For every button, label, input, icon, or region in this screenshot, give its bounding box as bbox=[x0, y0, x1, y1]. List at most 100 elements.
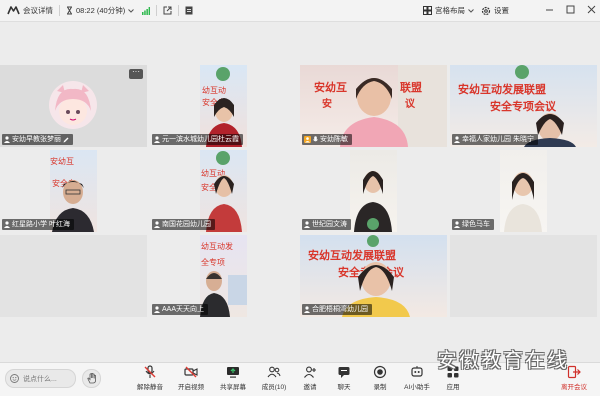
toolbar-label: 开启视频 bbox=[178, 384, 204, 391]
participant-tile[interactable]: 绿色马车 bbox=[450, 150, 597, 232]
layout-label: 宫格布局 bbox=[435, 6, 465, 15]
user-icon bbox=[154, 306, 160, 313]
participant-name: 安幼陈敏 bbox=[320, 136, 348, 143]
divider bbox=[178, 5, 180, 16]
microphone-icon bbox=[313, 136, 318, 143]
participant-tile[interactable]: 幼互动 安全专 南国花园幼儿园 bbox=[150, 150, 297, 232]
user-icon bbox=[4, 221, 10, 228]
tencent-meeting-logo-icon bbox=[7, 6, 20, 15]
meeting-details-label: 会议详情 bbox=[23, 6, 53, 15]
meeting-window: 会议详情 08:22 (40分钟) 宫格布局 设置 ··· 安幼早教张梦丽 幼互… bbox=[0, 0, 600, 396]
maximize-icon[interactable] bbox=[566, 5, 575, 17]
svg-text:议: 议 bbox=[405, 97, 416, 110]
more-options-button[interactable]: ··· bbox=[129, 68, 143, 79]
user-icon bbox=[154, 221, 160, 228]
participant-tile[interactable]: ··· 安幼早教张梦丽 bbox=[0, 65, 147, 147]
svg-text:幼互动发: 幼互动发 bbox=[201, 241, 233, 251]
close-icon[interactable] bbox=[587, 5, 596, 17]
participant-tile[interactable]: 安幼互动发展联盟安全专项会议 幸福人家幼儿园 朱晓宁 bbox=[450, 65, 597, 147]
svg-text:安全专项会议: 安全专项会议 bbox=[490, 99, 557, 113]
svg-text:安: 安 bbox=[322, 97, 332, 110]
participant-name: 安幼早教张梦丽 bbox=[12, 136, 61, 143]
record-button[interactable]: 录制 bbox=[360, 365, 400, 395]
svg-text:安幼互: 安幼互 bbox=[314, 80, 347, 94]
participant-name: 元一滨水城幼儿园杜云霞 bbox=[162, 136, 239, 143]
chat-button[interactable]: 聊天 bbox=[324, 365, 364, 395]
toolbar-label: 聊天 bbox=[337, 384, 351, 391]
user-icon bbox=[154, 136, 160, 143]
toolbar-label: 录制 bbox=[373, 384, 387, 391]
pop-out-button[interactable] bbox=[163, 0, 172, 22]
chat-input[interactable]: 说点什么... bbox=[5, 369, 76, 388]
toolbar-label: AI小助手 bbox=[404, 384, 430, 391]
empty-tile bbox=[0, 235, 147, 317]
participant-tile[interactable]: 安幼互动发展联盟安全专项会议 合肥梧桐湾幼儿园 bbox=[300, 235, 447, 317]
toolbar-label: 离开会议 bbox=[561, 384, 587, 391]
user-icon bbox=[304, 221, 310, 228]
emoji-icon[interactable] bbox=[10, 374, 19, 383]
participant-name-tag: 世纪园文涛 bbox=[302, 219, 351, 230]
participant-name: 合肥梧桐湾幼儿园 bbox=[312, 306, 368, 313]
chevron-down-icon bbox=[468, 8, 474, 13]
svg-text:全专项: 全专项 bbox=[201, 257, 225, 267]
camera-off-icon bbox=[184, 366, 198, 378]
minimize-icon[interactable] bbox=[545, 5, 554, 17]
participant-name: AAA天天向上 bbox=[162, 306, 205, 313]
record-icon bbox=[373, 365, 387, 379]
participant-video bbox=[350, 150, 397, 232]
layout-button[interactable]: 宫格布局 bbox=[423, 0, 474, 22]
meeting-timer: 08:22 (40分钟) bbox=[66, 0, 151, 22]
participant-video bbox=[500, 150, 547, 232]
toolbar-label: 共享屏幕 bbox=[220, 384, 246, 391]
notes-button[interactable] bbox=[185, 0, 193, 22]
participant-tile[interactable]: 安幼互 安全专 红星路小学 叶红海 bbox=[0, 150, 147, 232]
external-window-icon bbox=[163, 6, 172, 15]
participant-tile[interactable]: 幼互动发全专项 AAA天天向上 bbox=[150, 235, 297, 317]
user-icon bbox=[4, 136, 10, 143]
participant-tile[interactable]: 幼互动 安全专 元一滨水城幼儿园杜云霞 bbox=[150, 65, 297, 147]
raise-hand-button[interactable] bbox=[82, 369, 101, 388]
edit-icon[interactable] bbox=[63, 137, 69, 143]
toolbar-label: 邀请 bbox=[303, 384, 317, 391]
top-bar: 会议详情 08:22 (40分钟) 宫格布局 设置 bbox=[0, 0, 600, 22]
svg-text:联盟: 联盟 bbox=[400, 80, 422, 94]
gear-icon bbox=[481, 6, 491, 16]
participant-name-tag: AAA天天向上 bbox=[152, 304, 209, 315]
invite-icon bbox=[304, 366, 316, 378]
participant-name-tag: 元一滨水城幼儿园杜云霞 bbox=[152, 134, 243, 145]
members-button[interactable]: 成员(10) bbox=[254, 365, 294, 395]
participant-name-tag: 合肥梧桐湾幼儿园 bbox=[302, 304, 372, 315]
svg-text:安幼互动发展联盟: 安幼互动发展联盟 bbox=[458, 82, 546, 96]
toolbar-label: 成员(10) bbox=[261, 384, 287, 391]
chevron-down-icon[interactable] bbox=[128, 8, 135, 13]
participant-name: 绿色马车 bbox=[462, 221, 490, 228]
settings-button[interactable]: 设置 bbox=[481, 0, 509, 22]
divider bbox=[156, 5, 158, 16]
participant-name-tag: 幸福人家幼儿园 朱晓宁 bbox=[452, 134, 538, 145]
empty-tile bbox=[450, 235, 597, 317]
participant-name-tag: 绿色马车 bbox=[452, 219, 494, 230]
unmute-button[interactable]: 解除静音 bbox=[130, 365, 170, 395]
grid-layout-icon bbox=[423, 6, 432, 15]
meeting-details-button[interactable]: 会议详情 bbox=[7, 0, 53, 22]
share-screen-icon bbox=[227, 367, 239, 378]
start-video-button[interactable]: 开启视频 bbox=[171, 365, 211, 395]
chat-placeholder: 说点什么... bbox=[23, 375, 57, 383]
window-controls bbox=[545, 0, 596, 22]
raise-hand-icon bbox=[86, 373, 97, 384]
toolbar-label: 解除静音 bbox=[137, 384, 163, 391]
user-icon bbox=[304, 306, 310, 313]
svg-text:安幼互: 安幼互 bbox=[50, 156, 74, 166]
hourglass-icon bbox=[66, 6, 73, 15]
user-icon bbox=[454, 136, 460, 143]
document-icon bbox=[185, 6, 193, 15]
watermark-text: 安徽教育在线 bbox=[437, 348, 569, 372]
participant-tile[interactable]: 世纪园文涛 bbox=[300, 150, 447, 232]
user-icon bbox=[454, 221, 460, 228]
svg-text:安幼互动发展联盟: 安幼互动发展联盟 bbox=[308, 248, 396, 262]
signal-strength-icon[interactable] bbox=[142, 6, 151, 15]
participant-tile-active-speaker[interactable]: 安幼互 联盟安 议 安幼陈敏 bbox=[300, 65, 447, 147]
participant-name-tag: 安幼陈敏 bbox=[302, 134, 352, 145]
mic-muted-icon bbox=[144, 365, 156, 378]
share-screen-button[interactable]: 共享屏幕 bbox=[213, 365, 253, 395]
